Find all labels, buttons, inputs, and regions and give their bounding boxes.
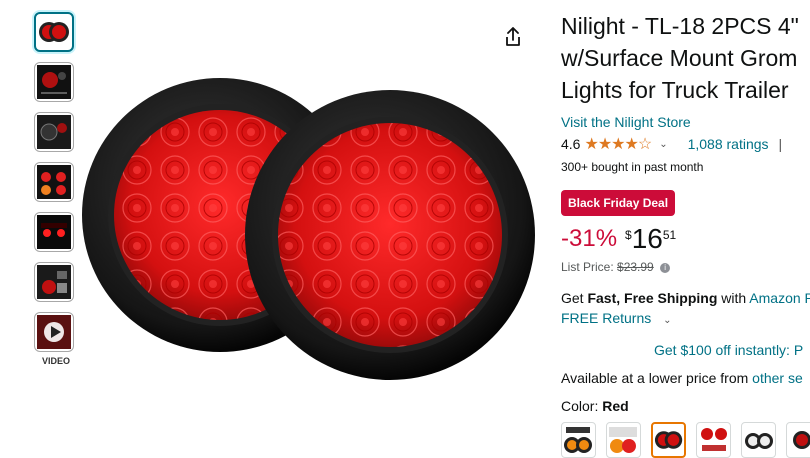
product-image-icon	[37, 15, 71, 49]
price-currency: $	[625, 228, 632, 242]
installation-thumb[interactable]	[34, 112, 74, 152]
list-price-value: $23.99	[617, 260, 654, 274]
separator: |	[779, 136, 783, 152]
thumbnail-gallery: VIDEO	[34, 12, 78, 366]
price: $ 16 51	[625, 222, 676, 256]
rating-row: 4.6 ★★★★☆ ⌄ 1,088 ratings |	[561, 134, 810, 154]
color-selector-label: Color: Red	[561, 398, 810, 414]
product-info: Nilight - TL-18 2PCS 4" w/Surface Mount …	[561, 0, 810, 458]
ratings-link[interactable]: 1,088 ratings	[688, 136, 769, 152]
red-extra-icon	[788, 425, 810, 455]
color-value: Red	[602, 398, 628, 414]
star-rating-icon[interactable]: ★★★★☆	[584, 134, 651, 154]
video-thumb[interactable]	[34, 312, 74, 352]
product-title: Nilight - TL-18 2PCS 4" w/Surface Mount …	[561, 10, 810, 106]
package-image-icon	[37, 265, 71, 299]
color-swatches	[561, 422, 810, 458]
rating-value: 4.6	[561, 136, 580, 152]
right-tail-light	[245, 90, 535, 380]
chevron-down-icon: ⌄	[663, 315, 671, 326]
swatch-red-extra[interactable]	[786, 422, 810, 458]
promo-link[interactable]: Get $100 off instantly: P	[654, 342, 810, 358]
shipping-with: with	[717, 290, 749, 306]
list-price: List Price: $23.99 i	[561, 260, 810, 274]
lower-price-info: Available at a lower price from other se	[561, 370, 810, 386]
price-fraction: 51	[663, 228, 676, 242]
title-line: Lights for Truck Trailer	[561, 74, 810, 106]
night-use-thumb[interactable]	[34, 212, 74, 252]
deal-badge: Black Friday Deal	[561, 190, 675, 216]
prime-link[interactable]: Amazon P	[749, 290, 810, 306]
swatch-red[interactable]	[651, 422, 686, 458]
store-link[interactable]: Visit the Nilight Store	[561, 114, 810, 130]
red-light-icon	[653, 425, 684, 455]
product-front-thumb[interactable]	[34, 12, 74, 52]
shipping-bold: Fast, Free Shipping	[587, 290, 717, 306]
red-kit-icon	[698, 425, 730, 455]
info-icon[interactable]: i	[660, 263, 670, 273]
package-contents-thumb[interactable]	[34, 262, 74, 302]
title-line: w/Surface Mount Grom	[561, 42, 810, 74]
free-returns-link[interactable]: FREE Returns ⌄	[561, 310, 810, 326]
amber-set-icon	[607, 425, 639, 455]
price-whole: 16	[632, 222, 663, 256]
title-line: Nilight - TL-18 2PCS 4"	[561, 10, 810, 42]
list-price-label: List Price:	[561, 260, 614, 274]
swatch-amber[interactable]	[561, 422, 596, 458]
shipping-info: Get Fast, Free Shipping with Amazon P	[561, 290, 810, 306]
other-sellers-link[interactable]: other se	[752, 370, 803, 386]
discount-percent: -31%	[561, 222, 617, 256]
diagram-image-icon	[37, 65, 71, 99]
bought-count: 300+ bought in past month	[561, 160, 810, 174]
main-product-image[interactable]	[80, 75, 540, 405]
installation-image-icon	[37, 115, 71, 149]
color-label: Color:	[561, 398, 602, 414]
price-row: -31% $ 16 51	[561, 222, 810, 256]
dimension-diagram-thumb[interactable]	[34, 62, 74, 102]
swatch-clear[interactable]	[741, 422, 776, 458]
chevron-down-icon[interactable]: ⌄	[659, 139, 667, 150]
clear-light-icon	[743, 425, 775, 455]
lower-price-text: Available at a lower price from	[561, 370, 752, 386]
play-icon	[37, 315, 71, 349]
free-returns-label: FREE Returns	[561, 310, 651, 326]
swatch-amber-set[interactable]	[606, 422, 641, 458]
light-modes-thumb[interactable]	[34, 162, 74, 202]
amber-light-icon	[562, 425, 594, 455]
video-label: VIDEO	[34, 356, 78, 366]
light-modes-image-icon	[37, 165, 71, 199]
swatch-red-kit[interactable]	[696, 422, 731, 458]
night-image-icon	[37, 215, 71, 249]
shipping-get: Get	[561, 290, 587, 306]
share-icon[interactable]	[503, 26, 523, 48]
